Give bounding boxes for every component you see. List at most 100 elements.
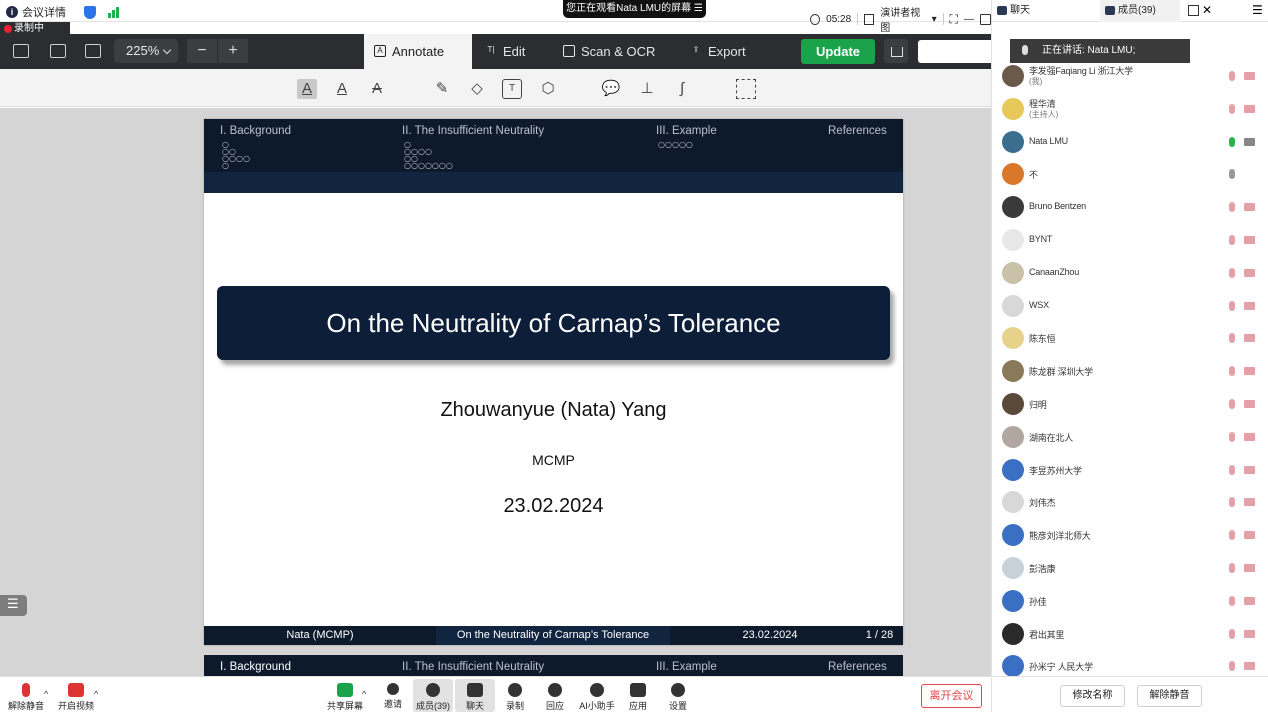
camera-off-icon[interactable]	[1244, 596, 1255, 605]
highlight-text-icon[interactable]: A	[297, 79, 317, 99]
rename-button[interactable]: 修改名称	[1060, 685, 1125, 707]
settings-button[interactable]: 设置	[658, 679, 698, 712]
mic-muted-icon[interactable]	[1229, 497, 1235, 508]
member-row[interactable]: 刘伟杰	[992, 486, 1268, 519]
nav-section-example[interactable]: III. Example	[656, 125, 717, 137]
camera-off-icon[interactable]	[1244, 629, 1255, 638]
thumbnails-grid-icon[interactable]	[50, 44, 66, 58]
mic-muted-icon[interactable]	[1229, 71, 1235, 81]
camera-off-icon[interactable]	[1244, 465, 1255, 474]
tab-export[interactable]: ⇪ Export	[680, 34, 770, 69]
start-video-button[interactable]: 开启视频	[56, 679, 96, 712]
mic-muted-icon[interactable]	[1229, 267, 1235, 278]
mic-muted-icon[interactable]	[1229, 169, 1235, 180]
camera-off-icon[interactable]	[1244, 432, 1255, 441]
member-row[interactable]: Bruno Bentzen	[992, 191, 1268, 224]
mic-muted-icon[interactable]	[1229, 661, 1235, 672]
members-button[interactable]: 成员(39)	[413, 679, 453, 712]
member-row[interactable]: 湖南在北人	[992, 421, 1268, 454]
camera-off-icon[interactable]	[1244, 236, 1255, 244]
member-row[interactable]: 彭浩康	[992, 552, 1268, 585]
nav-section-references[interactable]: References	[828, 661, 887, 673]
zoom-select[interactable]: 225%	[114, 39, 178, 63]
close-icon[interactable]: ✕	[1202, 3, 1212, 17]
nav-section-background[interactable]: I. Background	[220, 661, 291, 673]
member-row[interactable]: WSX	[992, 290, 1268, 323]
chevron-up-icon[interactable]: ^	[362, 689, 366, 699]
record-button[interactable]: 录制	[495, 679, 535, 712]
mic-muted-icon[interactable]	[1229, 399, 1235, 409]
member-row[interactable]: 李昱苏州大学	[992, 454, 1268, 487]
mic-muted-icon[interactable]	[1229, 300, 1235, 311]
member-row[interactable]: 孙佳	[992, 585, 1268, 618]
share-screen-button[interactable]: 共享屏幕	[325, 679, 365, 712]
member-row[interactable]: 程华清 (主持人)	[992, 93, 1268, 126]
shapes-icon[interactable]: ⬡	[538, 79, 558, 99]
mic-muted-icon[interactable]	[1229, 530, 1235, 541]
security-shield-icon[interactable]	[84, 5, 96, 19]
camera-off-icon[interactable]	[1244, 564, 1255, 572]
page-layout-icon[interactable]	[85, 44, 101, 58]
document-viewport[interactable]: I. Background ○ ○○ ○○○○ ○ II. The Insuffici…	[0, 108, 991, 676]
camera-off-icon[interactable]	[1244, 367, 1255, 376]
mic-muted-icon[interactable]	[1229, 628, 1235, 639]
member-row[interactable]: Nata LMU	[992, 126, 1268, 159]
tab-members[interactable]: 成员(39)	[1100, 0, 1180, 22]
nav-section-insufficient-neutrality[interactable]: II. The Insufficient Neutrality	[402, 125, 544, 137]
camera-off-icon[interactable]	[1244, 498, 1255, 507]
stamp-icon[interactable]: ⊥	[637, 79, 657, 99]
camera-off-icon[interactable]	[1244, 400, 1255, 408]
nav-section-example[interactable]: III. Example	[656, 661, 717, 673]
zoom-out-button[interactable]: −	[187, 39, 217, 63]
leave-meeting-button[interactable]: 离开会议	[921, 684, 982, 708]
unmute-participant-button[interactable]: 解除静音	[1137, 685, 1202, 707]
chevron-up-icon[interactable]: ^	[94, 689, 98, 699]
mic-muted-icon[interactable]	[1229, 595, 1235, 606]
nav-section-insufficient-neutrality[interactable]: II. The Insufficient Neutrality	[402, 661, 544, 673]
search-input[interactable]	[918, 40, 991, 63]
tab-chat[interactable]: 聊天	[992, 0, 1100, 22]
chevron-up-icon[interactable]: ^	[44, 689, 48, 699]
mic-muted-icon[interactable]	[1229, 366, 1235, 377]
apps-button[interactable]: 应用	[618, 679, 658, 712]
member-row[interactable]: 熊彦刘洋北师大	[992, 519, 1268, 552]
mic-muted-icon[interactable]	[1229, 333, 1235, 344]
unmute-button[interactable]: 解除静音	[6, 679, 46, 712]
chat-button[interactable]: 聊天	[455, 679, 495, 712]
invite-button[interactable]: 邀请	[373, 679, 413, 710]
tab-scan-ocr[interactable]: Scan & OCR	[553, 34, 668, 69]
signature-icon[interactable]: ∫	[672, 79, 692, 99]
mic-muted-icon[interactable]	[1229, 103, 1235, 114]
camera-off-icon[interactable]	[1244, 301, 1255, 310]
nav-section-background[interactable]: I. Background	[220, 125, 291, 137]
viewing-screen-banner[interactable]: 您正在观看Nata LMU的屏幕 ☰	[563, 0, 706, 18]
mic-on-icon[interactable]	[1229, 136, 1235, 147]
camera-off-icon[interactable]	[1244, 334, 1255, 343]
underline-text-icon[interactable]: A	[332, 79, 352, 99]
view-mode-label[interactable]: 演讲者视图	[880, 4, 925, 34]
tab-edit[interactable]: T| Edit	[475, 34, 549, 69]
mic-muted-icon[interactable]	[1229, 235, 1235, 245]
pop-out-icon[interactable]	[1188, 5, 1199, 16]
minimize-icon[interactable]: —	[964, 14, 974, 25]
table-of-contents-button[interactable]	[0, 595, 27, 616]
network-signal-icon[interactable]	[108, 6, 119, 18]
chevron-down-icon[interactable]: ▾	[932, 14, 937, 25]
camera-off-icon[interactable]	[1244, 268, 1255, 277]
ai-assistant-button[interactable]: AI小助手	[577, 679, 617, 712]
camera-off-icon[interactable]	[1244, 137, 1255, 146]
share-icon[interactable]	[884, 39, 908, 63]
sidebar-panel-icon[interactable]	[13, 44, 29, 58]
mic-muted-icon[interactable]	[1229, 464, 1235, 475]
camera-off-icon[interactable]	[1244, 104, 1255, 113]
sidebar-toggle-icon[interactable]	[979, 13, 991, 25]
nav-section-references[interactable]: References	[828, 125, 887, 137]
member-row[interactable]: 不	[992, 158, 1268, 191]
tab-annotate[interactable]: A Annotate	[364, 34, 472, 69]
area-select-icon[interactable]	[736, 79, 756, 99]
member-row[interactable]: CanaanZhou	[992, 257, 1268, 290]
comment-icon[interactable]: 💬	[601, 79, 621, 99]
update-button[interactable]: Update	[801, 39, 875, 64]
highlighter-pen-icon[interactable]: ✎	[432, 79, 452, 99]
meeting-details-button[interactable]: i 会议详情	[6, 4, 119, 20]
